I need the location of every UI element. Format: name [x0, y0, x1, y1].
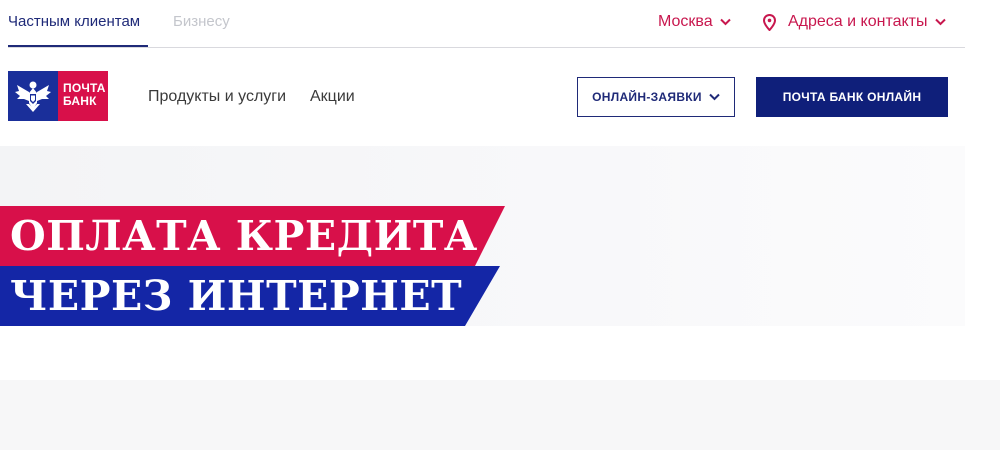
- chevron-down-icon: [709, 90, 720, 104]
- content-section: [0, 380, 1000, 450]
- online-applications-button[interactable]: ОНЛАЙН-ЗАЯВКИ: [577, 77, 735, 117]
- hero-title-line2: ЧЕРЕЗ ИНТЕРНЕТ: [10, 272, 463, 320]
- addresses-contacts-link[interactable]: Адреса и контакты: [763, 13, 946, 31]
- active-segment-underline: [8, 45, 148, 47]
- chevron-down-icon: [934, 13, 946, 31]
- page: Частным клиентам Бизнесу Москва Адреса и…: [0, 0, 1000, 450]
- double-eagle-icon: [8, 71, 58, 121]
- pochta-bank-online-label: ПОЧТА БАНК ОНЛАЙН: [782, 90, 922, 104]
- hero-edge: [965, 146, 1000, 326]
- hero-title-line1: ОПЛАТА КРЕДИТА: [10, 212, 478, 260]
- online-applications-label: ОНЛАЙН-ЗАЯВКИ: [592, 90, 702, 104]
- chevron-down-icon: [719, 13, 731, 31]
- pochta-bank-logo[interactable]: ПОЧТА БАНК: [8, 71, 108, 121]
- segment-private-clients[interactable]: Частным клиентам: [8, 13, 140, 30]
- top-bar: Частным клиентам Бизнесу Москва Адреса и…: [8, 0, 965, 48]
- location-pin-icon: [763, 13, 776, 31]
- logo-wordmark: ПОЧТА БАНК: [58, 71, 108, 121]
- pochta-bank-online-button[interactable]: ПОЧТА БАНК ОНЛАЙН: [756, 77, 948, 117]
- city-label: Москва: [658, 13, 713, 30]
- segment-business[interactable]: Бизнесу: [173, 13, 230, 30]
- nav-products-services[interactable]: Продукты и услуги: [148, 88, 286, 106]
- hero-title-line2-band: ЧЕРЕЗ ИНТЕРНЕТ: [0, 266, 500, 326]
- logo-line2: БАНК: [63, 94, 97, 108]
- hero-title-line1-band: ОПЛАТА КРЕДИТА: [0, 206, 505, 266]
- city-selector[interactable]: Москва: [658, 13, 731, 31]
- contacts-label: Адреса и контакты: [788, 13, 928, 30]
- nav-promotions[interactable]: Акции: [310, 88, 355, 106]
